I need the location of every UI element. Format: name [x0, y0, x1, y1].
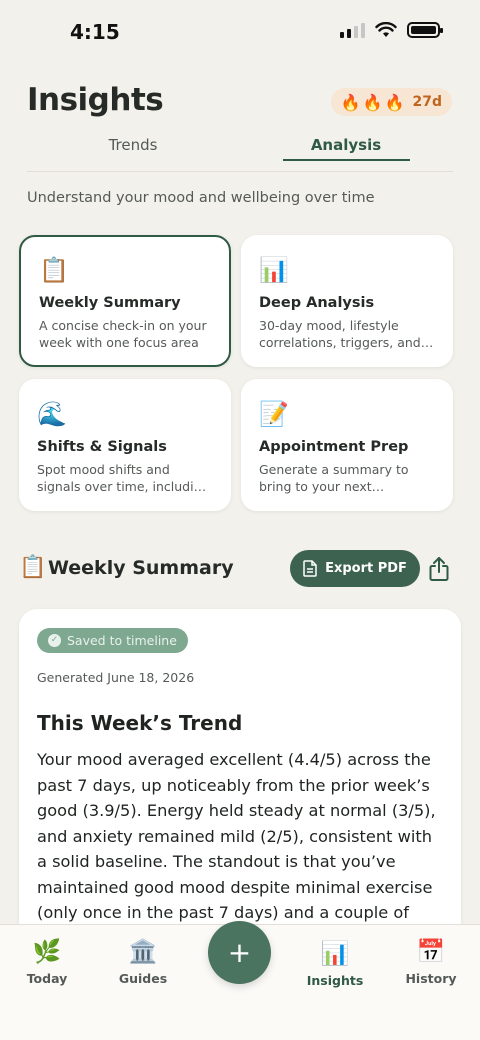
card-weekly-summary[interactable]: 📋 Weekly Summary A concise check-in on y…	[19, 235, 231, 367]
memo-icon: 📝	[259, 400, 289, 428]
card-shifts-signals[interactable]: 🌊 Shifts & Signals Spot mood shifts and …	[19, 379, 231, 511]
share-icon[interactable]	[427, 556, 451, 582]
tabbar-label: History	[405, 971, 457, 986]
card-appointment-prep[interactable]: 📝 Appointment Prep Generate a summary to…	[241, 379, 453, 511]
tab-analysis[interactable]: Analysis	[283, 136, 409, 154]
card-description: Spot mood shifts and signals over time, …	[37, 462, 210, 494]
document-icon	[303, 560, 317, 577]
section-header: 📋 Weekly Summary Export PDF	[19, 550, 461, 590]
export-pdf-label: Export PDF	[325, 561, 407, 576]
page-title: Insights	[27, 82, 164, 118]
card-deep-analysis[interactable]: 📊 Deep Analysis 30-day mood, lifestyle c…	[241, 235, 453, 367]
tabbar-today[interactable]: 🌿 Today	[2, 937, 92, 986]
bar-chart-icon: 📊	[259, 256, 289, 284]
status-time: 4:15	[70, 20, 120, 44]
export-pdf-button[interactable]: Export PDF	[290, 550, 420, 587]
saved-badge: ✓ Saved to timeline	[37, 628, 188, 653]
cellular-signal-icon	[340, 22, 365, 38]
page-subtitle: Understand your mood and wellbeing over …	[27, 190, 375, 206]
calendar-icon: 📅	[416, 939, 446, 965]
card-description: A concise check-in on your week with one…	[39, 318, 207, 350]
flame-icon: 🔥	[340, 92, 361, 112]
streak-count: 27d	[412, 94, 442, 110]
card-title: Shifts & Signals	[37, 439, 167, 455]
clipboard-icon: 📋	[39, 256, 69, 284]
herb-icon: 🌿	[32, 939, 62, 965]
report-heading: This Week’s Trend	[37, 711, 243, 735]
status-bar: 4:15	[0, 0, 480, 66]
flame-icon: 🔥	[384, 92, 405, 112]
tabbar-label: Guides	[118, 971, 168, 986]
card-title: Appointment Prep	[259, 439, 409, 455]
section-title: Weekly Summary	[48, 557, 234, 579]
status-icons	[340, 22, 443, 38]
tab-trends[interactable]: Trends	[70, 136, 196, 154]
bottom-tab-bar: 🌿 Today 🏛️ Guides + 📊 Insights 📅 History	[0, 921, 480, 1040]
streak-badge[interactable]: 🔥 🔥 🔥 27d	[330, 88, 452, 116]
clipboard-icon: 📋	[19, 555, 47, 580]
check-icon: ✓	[48, 634, 61, 647]
active-tab-indicator	[283, 159, 410, 161]
card-description: Generate a summary to bring to your next…	[259, 462, 409, 494]
tabbar-insights[interactable]: 📊 Insights	[290, 939, 380, 988]
wave-icon: 🌊	[37, 400, 67, 428]
wifi-icon	[375, 22, 397, 37]
tabbar-label: Insights	[306, 973, 364, 988]
card-title: Deep Analysis	[259, 295, 375, 311]
segment-tabs: Trends Analysis	[27, 130, 453, 172]
tabbar-history[interactable]: 📅 History	[386, 937, 476, 986]
flame-icon: 🔥	[362, 92, 383, 112]
card-title: Weekly Summary	[39, 295, 181, 311]
battery-icon	[407, 22, 443, 38]
add-entry-button[interactable]: +	[208, 921, 271, 984]
classical-building-icon: 🏛️	[128, 939, 158, 965]
card-description: 30-day mood, lifestyle correlations, tri…	[259, 318, 421, 350]
saved-badge-label: Saved to timeline	[67, 633, 177, 648]
bar-chart-icon: 📊	[320, 941, 350, 967]
tabbar-guides[interactable]: 🏛️ Guides	[98, 937, 188, 986]
tabbar-label: Today	[26, 971, 68, 986]
generated-date: Generated June 18, 2026	[37, 670, 195, 685]
